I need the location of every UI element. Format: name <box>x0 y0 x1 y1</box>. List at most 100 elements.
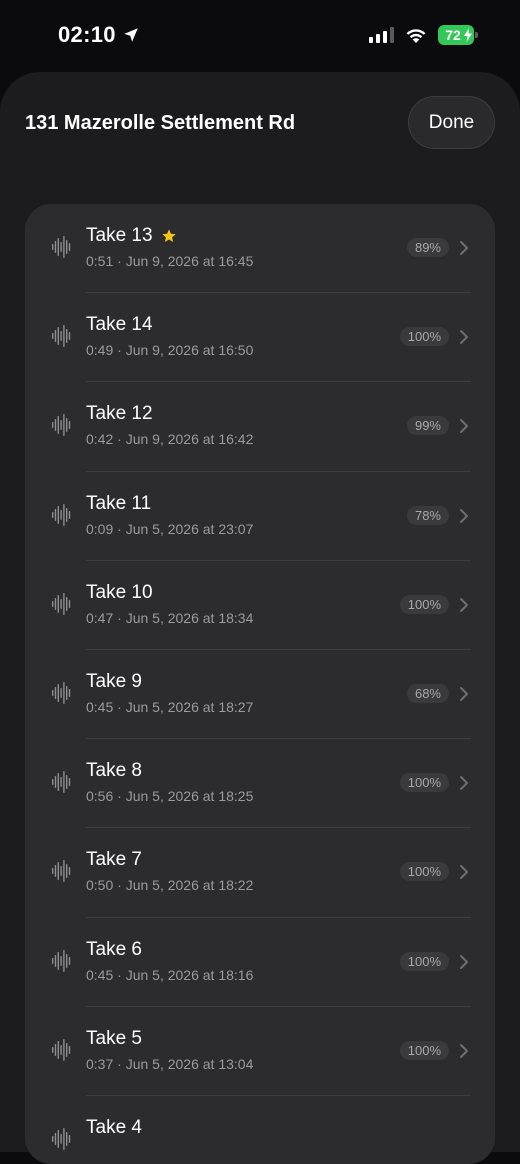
take-subtitle: 0:37 · Jun 5, 2026 at 13:04 <box>86 1055 254 1072</box>
percent-badge: 100% <box>399 862 449 882</box>
take-title: Take 7 <box>86 849 253 871</box>
status-icons: 72 <box>369 24 478 46</box>
take-title-label: Take 5 <box>86 1027 142 1049</box>
take-title: Take 10 <box>86 582 253 604</box>
take-title: Take 12 <box>86 403 253 425</box>
take-info: Take 4 <box>86 1117 142 1139</box>
take-title-label: Take 9 <box>86 670 142 692</box>
take-title-label: Take 7 <box>86 849 142 871</box>
take-subtitle: 0:49 · Jun 9, 2026 at 16:50 <box>86 342 254 359</box>
take-info: Take 9 0:45 · Jun 5, 2026 at 18:27 <box>86 671 253 715</box>
take-title: Take 8 <box>86 760 253 782</box>
take-subtitle: 0:47 · Jun 5, 2026 at 18:34 <box>86 609 254 626</box>
percent-badge: 99% <box>406 416 449 436</box>
chevron-right-icon <box>460 419 468 434</box>
waveform-icon <box>52 414 71 437</box>
status-time-label: 02:10 <box>58 22 116 47</box>
star-icon <box>161 229 176 242</box>
take-subtitle: 0:50 · Jun 5, 2026 at 18:22 <box>86 877 254 894</box>
done-button[interactable]: Done <box>408 96 495 149</box>
cellular-signal-icon <box>369 27 394 43</box>
chevron-right-icon <box>460 954 468 969</box>
take-row[interactable]: Take 7 0:50 · Jun 5, 2026 at 18:22 100% <box>25 828 495 918</box>
percent-badge: 100% <box>399 773 449 793</box>
percent-badge: 78% <box>406 505 449 525</box>
take-title: Take 6 <box>86 939 253 961</box>
percent-badge: 100% <box>399 327 449 347</box>
wifi-icon <box>406 29 426 43</box>
take-title-label: Take 14 <box>86 314 153 336</box>
take-subtitle: 0:45 · Jun 5, 2026 at 18:27 <box>86 698 254 715</box>
take-info: Take 12 0:42 · Jun 9, 2026 at 16:42 <box>86 403 253 447</box>
take-title: Take 4 <box>86 1117 142 1139</box>
take-title: Take 14 <box>86 314 253 336</box>
take-info: Take 7 0:50 · Jun 5, 2026 at 18:22 <box>86 849 253 893</box>
take-info: Take 13 0:51 · Jun 9, 2026 at 16:45 <box>86 225 253 269</box>
take-info: Take 11 0:09 · Jun 5, 2026 at 23:07 <box>86 493 253 537</box>
take-subtitle: 0:56 · Jun 5, 2026 at 18:25 <box>86 788 254 805</box>
chevron-right-icon <box>460 508 468 523</box>
take-title-label: Take 13 <box>86 225 153 246</box>
take-title-label: Take 10 <box>86 581 153 603</box>
take-row[interactable]: Take 4 <box>25 1096 495 1164</box>
waveform-icon <box>52 949 71 972</box>
takes-sheet: 131 Mazerolle Settlement Rd Done Take 13… <box>0 72 520 1164</box>
take-row[interactable]: Take 6 0:45 · Jun 5, 2026 at 18:16 100% <box>25 918 495 1007</box>
take-subtitle: 0:51 · Jun 9, 2026 at 16:45 <box>86 253 254 269</box>
take-row[interactable]: Take 14 0:49 · Jun 9, 2026 at 16:50 100% <box>25 293 495 383</box>
chevron-right-icon <box>460 776 468 791</box>
percent-badge: 100% <box>399 951 449 971</box>
battery-level: 72 <box>445 27 461 43</box>
location-arrow-icon <box>124 28 138 42</box>
take-title-label: Take 8 <box>86 760 142 782</box>
take-row[interactable]: Take 12 0:42 · Jun 9, 2026 at 16:42 99% <box>25 382 495 472</box>
take-info: Take 14 0:49 · Jun 9, 2026 at 16:50 <box>86 314 253 358</box>
take-subtitle: 0:45 · Jun 5, 2026 at 18:16 <box>86 966 254 983</box>
waveform-icon <box>52 681 71 704</box>
take-title-label: Take 12 <box>86 403 153 425</box>
take-info: Take 5 0:37 · Jun 5, 2026 at 13:04 <box>86 1028 253 1072</box>
charging-bolt-icon <box>464 28 472 42</box>
take-info: Take 10 0:47 · Jun 5, 2026 at 18:34 <box>86 582 253 626</box>
take-row[interactable]: Take 13 0:51 · Jun 9, 2026 at 16:45 89% <box>25 204 495 294</box>
waveform-icon <box>52 236 71 258</box>
chevron-right-icon <box>460 241 468 255</box>
chevron-right-icon <box>460 597 468 612</box>
take-row[interactable]: Take 9 0:45 · Jun 5, 2026 at 18:27 68% <box>25 650 495 740</box>
status-bar: 02:10 72 <box>0 0 520 72</box>
take-info: Take 6 0:45 · Jun 5, 2026 at 18:16 <box>86 939 253 983</box>
take-row[interactable]: Take 8 0:56 · Jun 5, 2026 at 18:25 100% <box>25 739 495 829</box>
take-subtitle: 0:09 · Jun 5, 2026 at 23:07 <box>86 520 254 537</box>
waveform-icon <box>52 325 71 348</box>
chevron-right-icon <box>460 686 468 701</box>
waveform-icon <box>52 1127 71 1150</box>
take-title: Take 5 <box>86 1028 253 1050</box>
take-title-label: Take 11 <box>86 492 152 514</box>
percent-badge: 100% <box>399 594 449 614</box>
sheet-title: 131 Mazerolle Settlement Rd <box>25 112 296 134</box>
take-title-label: Take 6 <box>86 938 142 960</box>
take-title: Take 9 <box>86 671 253 693</box>
waveform-icon <box>52 592 71 615</box>
waveform-icon <box>52 771 71 794</box>
take-title: Take 11 <box>86 493 253 515</box>
takes-list: Take 13 0:51 · Jun 9, 2026 at 16:45 89% Tak… <box>25 204 495 1164</box>
take-row[interactable]: Take 5 0:37 · Jun 5, 2026 at 13:04 100% <box>25 1007 495 1096</box>
take-title: Take 13 <box>86 225 253 247</box>
take-info: Take 8 0:56 · Jun 5, 2026 at 18:25 <box>86 760 253 804</box>
percent-badge: 100% <box>399 1040 449 1060</box>
take-subtitle: 0:42 · Jun 9, 2026 at 16:42 <box>86 431 254 448</box>
percent-badge: 89% <box>406 238 449 257</box>
waveform-icon <box>52 860 71 883</box>
percent-badge: 68% <box>406 683 449 703</box>
waveform-icon <box>52 1038 71 1061</box>
chevron-right-icon <box>460 330 468 345</box>
take-row[interactable]: Take 10 0:47 · Jun 5, 2026 at 18:34 100% <box>25 561 495 650</box>
chevron-right-icon <box>460 1043 468 1058</box>
take-row[interactable]: Take 11 0:09 · Jun 5, 2026 at 23:07 78% <box>25 472 495 561</box>
status-time: 02:10 <box>58 22 140 48</box>
take-title-label: Take 4 <box>86 1116 142 1138</box>
waveform-icon <box>52 503 71 526</box>
battery-icon: 72 <box>438 25 478 45</box>
chevron-right-icon <box>460 865 468 880</box>
